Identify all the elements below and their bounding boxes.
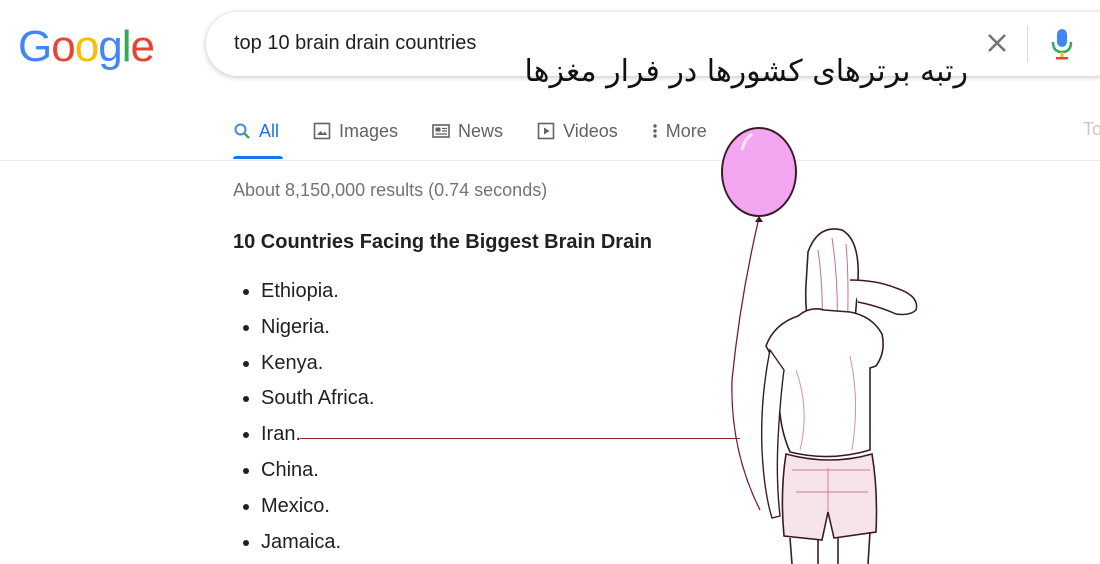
microphone-icon: [1051, 29, 1073, 60]
featured-snippet-title[interactable]: 10 Countries Facing the Biggest Brain Dr…: [233, 231, 652, 254]
image-icon: [313, 122, 331, 140]
video-icon: [537, 122, 555, 140]
google-logo[interactable]: Google: [18, 22, 155, 71]
tab-label: Images: [339, 120, 399, 141]
active-tab-indicator: [233, 156, 283, 159]
list-item: China.: [261, 456, 374, 492]
logo-letter: l: [121, 22, 132, 71]
tools-button[interactable]: To: [1083, 119, 1100, 140]
list-item: Ethiopia.: [261, 277, 374, 313]
girl-with-balloon-illustration: [721, 127, 918, 564]
list-item: Kenya.: [261, 349, 374, 385]
logo-letter: o: [51, 22, 76, 71]
clear-search-button[interactable]: [982, 28, 1012, 58]
tab-news[interactable]: News: [432, 117, 503, 145]
tab-images[interactable]: Images: [313, 117, 398, 145]
connector-line: [300, 438, 740, 439]
tab-all[interactable]: All: [233, 117, 279, 145]
tab-label: News: [458, 120, 504, 141]
featured-snippet-list: Ethiopia. Nigeria. Kenya. South Africa. …: [233, 277, 374, 563]
search-input[interactable]: top 10 brain drain countries: [234, 32, 476, 55]
list-item: Nigeria.: [261, 313, 374, 349]
tab-label: Videos: [563, 120, 618, 141]
logo-letter: g: [98, 22, 123, 71]
search-icon: [233, 122, 251, 140]
logo-letter: o: [74, 22, 100, 71]
balloon: [721, 127, 797, 217]
tab-videos[interactable]: Videos: [537, 117, 618, 145]
close-icon: [988, 34, 1006, 52]
result-stats: About 8,150,000 results (0.74 seconds): [233, 180, 548, 200]
tab-more[interactable]: More: [652, 117, 707, 145]
logo-letter: G: [18, 22, 52, 71]
news-icon: [432, 122, 450, 140]
search-tabs: All Images News Videos More: [233, 117, 741, 161]
logo-letter: e: [130, 22, 155, 71]
tab-label: All: [259, 120, 280, 141]
divider: [1027, 26, 1028, 62]
voice-search-button[interactable]: [1048, 26, 1076, 62]
list-item: South Africa.: [261, 384, 374, 420]
more-vert-icon: [652, 122, 658, 140]
list-item: Jamaica.: [261, 528, 374, 564]
list-item: Mexico.: [261, 492, 374, 528]
overlay-persian-title: رتبه برترهای کشورها در فرار مغزها: [524, 54, 968, 89]
